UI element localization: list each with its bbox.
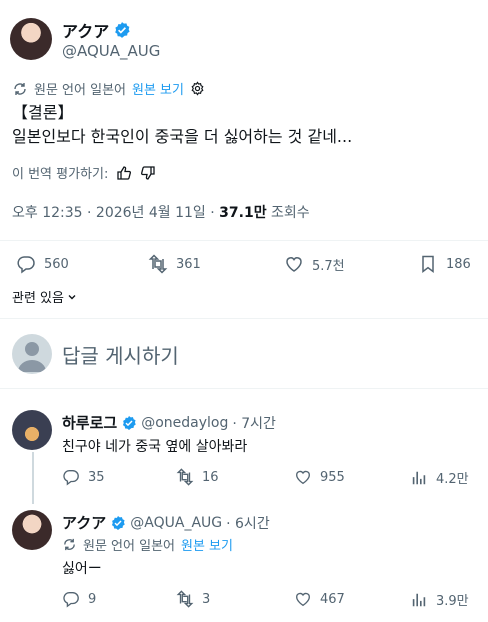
tweet-text-line1: 【결론】 [12,103,74,122]
chevron-down-icon [66,291,78,303]
bookmark-count: 186 [446,256,471,272]
reply-button[interactable]: 9 [62,590,96,608]
verified-badge-icon [121,415,137,431]
my-avatar[interactable] [12,334,52,374]
show-original-link[interactable]: 원본 보기 [132,79,184,98]
author-avatar[interactable] [10,18,52,60]
tweet-timestamp[interactable]: 오후 12:35 · 2026년 4월 11일 · [12,205,219,221]
reply-icon [62,590,80,608]
reply-author-handle[interactable]: @onedaylog [141,415,228,431]
views-count: 4.2만 [436,472,469,487]
heart-icon [284,254,304,274]
like-button[interactable]: 955 [294,468,345,486]
translation-note: 원문 언어 일본어 [34,83,126,98]
divider [0,388,488,389]
views-button[interactable]: 3.9만 [410,590,469,609]
reply-time[interactable]: · 7시간 [232,413,276,433]
retweet-button[interactable]: 16 [176,468,219,486]
analytics-icon [410,469,428,487]
show-original-link[interactable]: 원본 보기 [181,535,233,554]
retweet-icon [176,468,194,486]
author-handle[interactable]: @AQUA_AUG [62,42,160,60]
like-count: 5.7천 [312,258,345,274]
like-button[interactable]: 467 [294,590,345,608]
bookmark-button[interactable]: 186 [418,254,471,274]
translation-note: 원문 언어 일본어 [83,539,175,554]
related-toggle[interactable]: 관련 있음 [12,287,78,306]
heart-icon [294,590,312,608]
heart-icon [294,468,312,486]
like-count: 467 [320,591,345,607]
verified-badge-icon [110,515,126,531]
retweet-count: 3 [202,591,211,607]
reply-author-name[interactable]: アクア [62,512,106,533]
like-button[interactable]: 5.7천 [284,254,345,274]
retweet-icon [176,590,194,608]
thumbs-down-icon[interactable] [140,165,156,181]
retweet-count: 16 [202,469,219,485]
thumbs-up-icon[interactable] [116,165,132,181]
views-count: 3.9만 [436,594,469,609]
reply-input[interactable]: 답글 게시하기 [62,340,179,369]
divider [0,240,488,241]
related-label: 관련 있음 [12,291,64,306]
view-count: 37.1만 [219,205,267,221]
analytics-icon [410,591,428,609]
retweet-button[interactable]: 3 [176,590,210,608]
translate-icon [62,537,77,552]
reply-button[interactable]: 560 [16,254,69,274]
tweet-text-line2: 일본인보다 한국인이 중국을 더 싫어하는 것 같네... [12,127,353,146]
verified-badge-icon [113,21,131,39]
reply-author-handle[interactable]: @AQUA_AUG [130,515,222,531]
reply-count: 9 [88,591,97,607]
like-count: 955 [320,469,345,485]
reply-icon [62,468,80,486]
thread-line [32,452,34,504]
view-count-label: 조회수 [266,205,310,221]
reply-count: 35 [88,469,105,485]
reply-author-name[interactable]: 하루로그 [62,412,117,433]
divider [0,318,488,319]
reply-author-avatar[interactable] [12,510,52,550]
reply-text: 친구야 네가 중국 옆에 살아봐라 [62,439,248,455]
reply-count: 560 [44,256,69,272]
author-name[interactable]: アクア [62,18,109,42]
translation-settings-icon[interactable] [190,81,205,96]
retweet-count: 361 [176,256,201,272]
retweet-button[interactable]: 361 [148,254,201,274]
reply-text: 싫어ー [62,561,102,577]
reply-author-avatar[interactable] [12,410,52,450]
rate-translation-label: 이 번역 평가하기: [12,167,109,182]
reply-time[interactable]: · 6시간 [226,513,270,533]
retweet-icon [148,254,168,274]
views-button[interactable]: 4.2만 [410,468,469,487]
bookmark-icon [418,254,438,274]
reply-button[interactable]: 35 [62,468,105,486]
reply-icon [16,254,36,274]
translate-icon [12,81,28,97]
